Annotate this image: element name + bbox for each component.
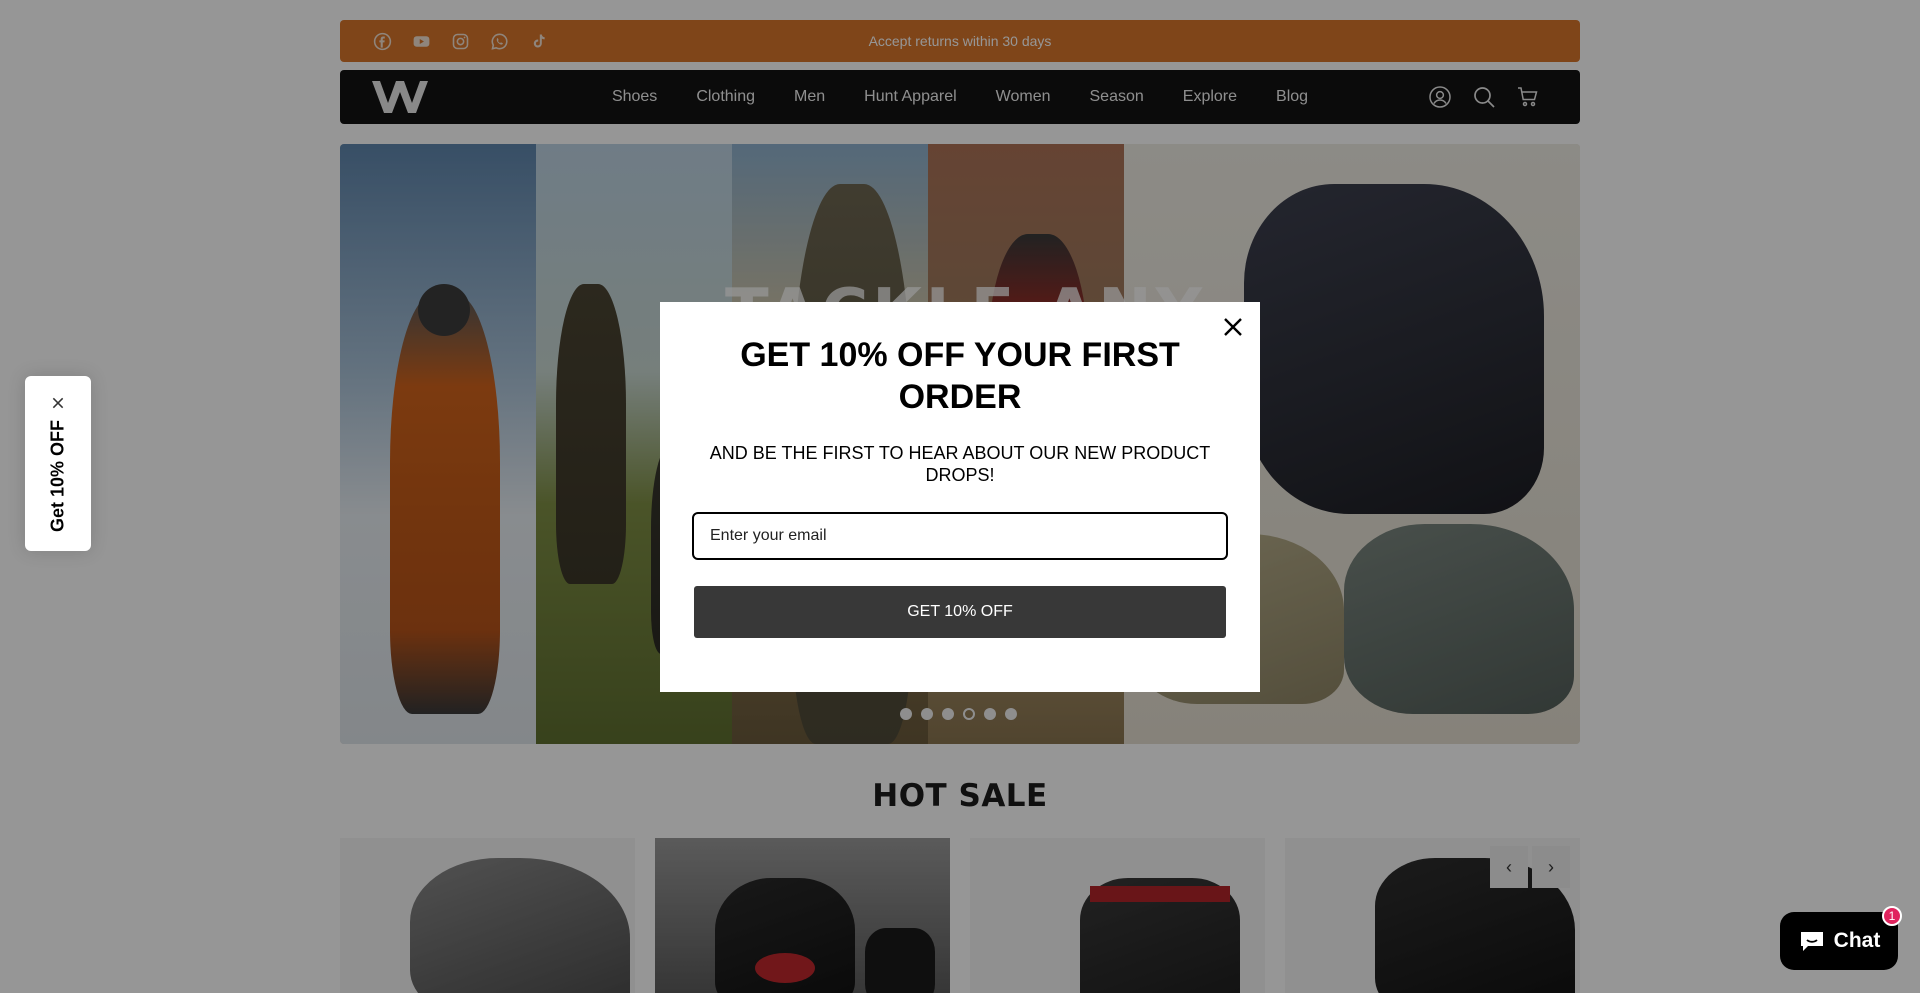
popup-subtitle: AND BE THE FIRST TO HEAR ABOUT OUR NEW P…	[709, 443, 1211, 485]
popup-title: GET 10% OFF YOUR FIRST ORDER	[740, 336, 1180, 416]
chat-button[interactable]: Chat	[1780, 912, 1898, 970]
close-icon[interactable]	[1218, 312, 1248, 342]
teaser-close-icon[interactable]	[47, 392, 69, 414]
get-discount-button[interactable]: GET 10% OFF	[694, 586, 1226, 638]
email-field[interactable]	[692, 512, 1228, 560]
teaser-label: Get 10% OFF	[47, 419, 68, 533]
chat-bubble-icon	[1800, 932, 1823, 951]
chat-unread-badge: 1	[1882, 906, 1902, 926]
discount-teaser-tab[interactable]: Get 10% OFF	[25, 376, 91, 551]
discount-popup: GET 10% OFF YOUR FIRST ORDER AND BE THE …	[660, 302, 1260, 692]
chat-label: Chat	[1833, 929, 1881, 952]
